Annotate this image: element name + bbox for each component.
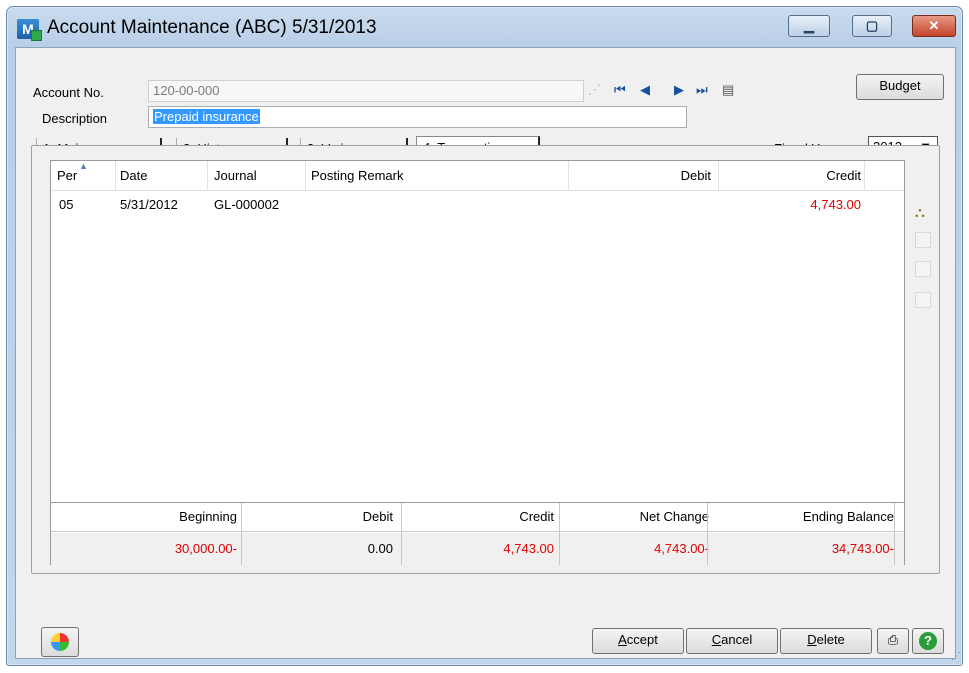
budget-label: Budget (879, 78, 921, 93)
side-tool-button[interactable] (915, 232, 931, 248)
title-bar[interactable]: M Account Maintenance (ABC) 5/31/2013 ▁ … (7, 7, 962, 47)
binoculars-icon[interactable]: ⛬ (915, 204, 925, 221)
totals-value-row: 30,000.00- 0.00 4,743.00 4,743.00- 34,74… (51, 533, 904, 565)
column-divider (559, 503, 560, 565)
close-button[interactable]: ✕ (912, 15, 956, 37)
help-button[interactable]: ? (912, 628, 944, 654)
total-ending-balance-value: 34,743.00- (831, 541, 894, 556)
first-record-icon[interactable]: ⏮ (614, 82, 626, 98)
total-credit-header: Credit (519, 509, 554, 524)
cancel-button[interactable]: Cancel (686, 628, 778, 654)
column-divider (864, 161, 865, 191)
print-button[interactable]: ⎙ (877, 628, 909, 654)
total-ending-balance-header: Ending Balance (802, 509, 894, 524)
column-debit[interactable]: Debit (681, 168, 711, 183)
column-divider (568, 161, 569, 191)
cell-credit: 4,743.00 (810, 197, 861, 212)
colorful-orb-icon (51, 632, 69, 651)
column-divider (894, 503, 895, 565)
side-tool-button[interactable] (915, 261, 931, 277)
cell-journal: GL-000002 (214, 197, 280, 212)
column-divider (207, 161, 208, 191)
total-beginning-header: Beginning (179, 509, 237, 524)
previous-record-icon[interactable]: ◀ (640, 82, 650, 98)
accept-label: ccept (626, 632, 658, 647)
column-divider (115, 161, 116, 191)
column-journal[interactable]: Journal (214, 168, 257, 183)
account-no-label: Account No. (33, 85, 104, 100)
total-net-change-header: Net Change (639, 509, 709, 524)
cancel-key: C (711, 632, 722, 647)
column-divider (401, 503, 402, 565)
delete-key: D (807, 632, 817, 647)
transactions-grid[interactable]: ▲ Per Date Journal Posting Remark Debit … (50, 160, 905, 565)
column-divider (305, 161, 306, 191)
total-beginning-value: 30,000.00- (174, 541, 237, 556)
cell-date: 5/31/2012 (120, 197, 178, 212)
grid-header: ▲ Per Date Journal Posting Remark Debit … (51, 161, 904, 191)
cancel-label: ancel (721, 632, 753, 647)
app-icon: M (17, 19, 42, 41)
window-title: Account Maintenance (ABC) 5/31/2013 (47, 17, 377, 38)
lookup-icon[interactable]: ⋰ (588, 82, 601, 98)
account-maintenance-window: M Account Maintenance (ABC) 5/31/2013 ▁ … (6, 6, 963, 666)
printer-icon: ⎙ (887, 632, 899, 647)
budget-button[interactable]: Budget (856, 74, 944, 100)
account-no-field[interactable]: 120-00-000 (148, 80, 584, 102)
minimize-button[interactable]: ▁ (788, 15, 830, 37)
next-record-icon[interactable]: ▶ (674, 82, 684, 98)
column-divider (241, 503, 242, 565)
last-record-icon[interactable]: ⏭ (696, 82, 708, 98)
accept-key: A (618, 632, 627, 647)
calendar-icon[interactable]: ▤ (722, 82, 734, 98)
sage-logo-button[interactable] (41, 627, 79, 657)
totals-summary: Beginning Debit Credit Net Change Ending… (51, 502, 904, 565)
sort-ascending-icon: ▲ (79, 161, 88, 171)
side-tool-button[interactable] (915, 292, 931, 308)
total-debit-value: 0.00 (367, 541, 393, 556)
total-net-change-value: 4,743.00- (654, 541, 709, 556)
resize-grip-icon[interactable]: ⋰ (951, 651, 961, 662)
column-per[interactable]: Per (57, 168, 77, 183)
column-date[interactable]: Date (120, 168, 147, 183)
column-divider (707, 503, 708, 565)
totals-header-row: Beginning Debit Credit Net Change Ending… (51, 503, 904, 532)
total-credit-value: 4,743.00 (503, 541, 554, 556)
column-credit[interactable]: Credit (826, 168, 861, 183)
column-divider (718, 161, 719, 191)
description-field[interactable]: Prepaid insurance (148, 106, 687, 128)
delete-label: elete (816, 632, 845, 647)
description-label: Description (42, 111, 108, 126)
column-posting-remark[interactable]: Posting Remark (311, 168, 403, 183)
description-value: Prepaid insurance (153, 109, 260, 124)
cell-per: 05 (59, 197, 74, 212)
total-debit-header: Debit (362, 509, 393, 524)
accept-button[interactable]: Accept (592, 628, 684, 654)
help-icon: ? (919, 631, 937, 650)
delete-button[interactable]: Delete (780, 628, 872, 654)
maximize-button[interactable]: ▢ (852, 15, 892, 37)
